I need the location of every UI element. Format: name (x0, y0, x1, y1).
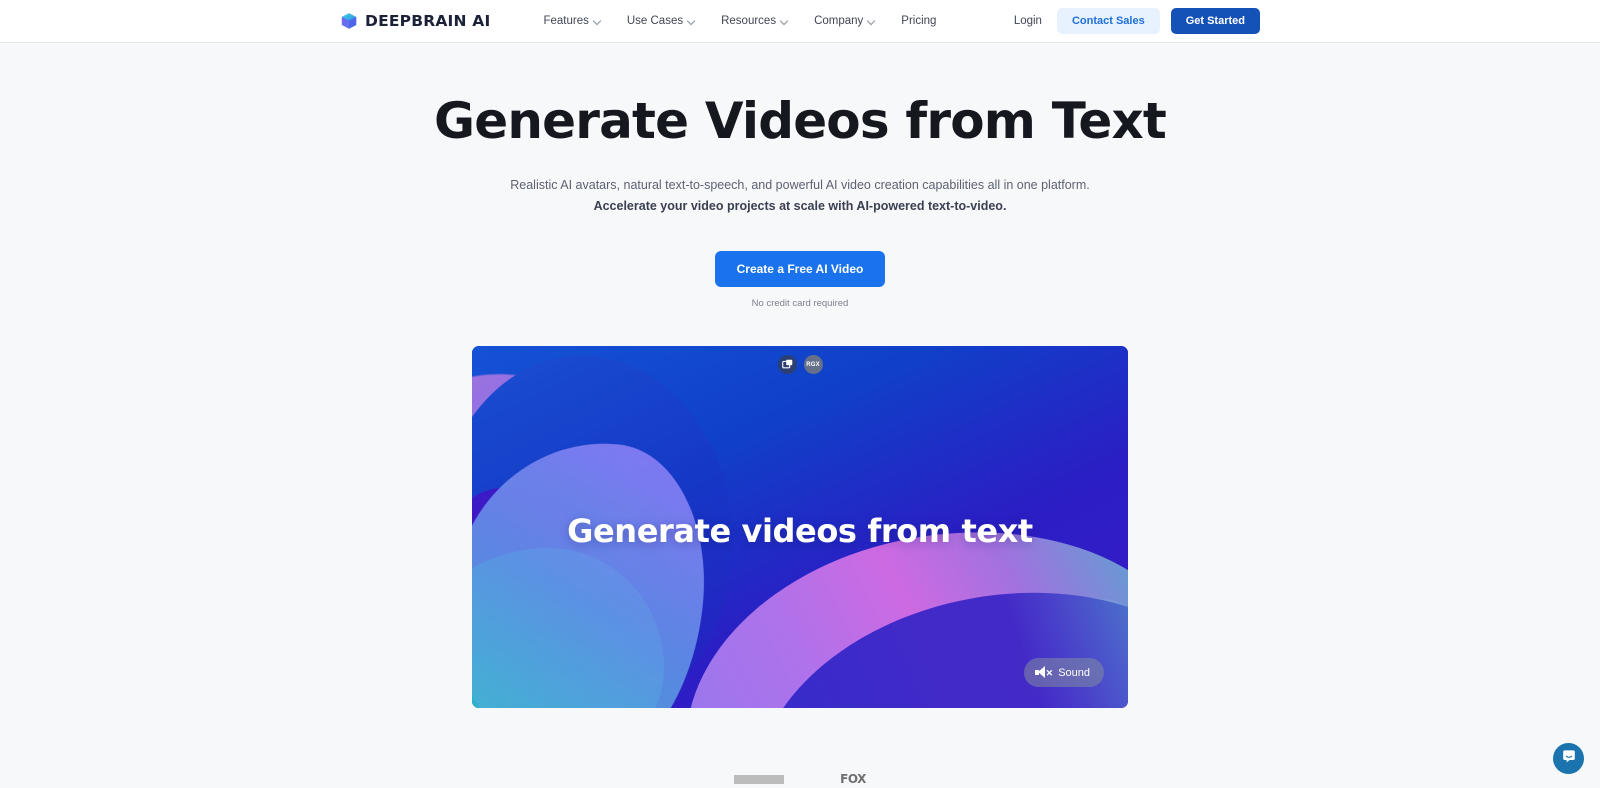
chevron-down-icon (781, 17, 788, 24)
get-started-button[interactable]: Get Started (1170, 8, 1260, 34)
chevron-down-icon (868, 17, 875, 24)
chat-bubble-icon (1561, 748, 1577, 769)
speaker-muted-icon: ✕ (1035, 666, 1053, 679)
nav-label: Use Cases (626, 15, 684, 27)
nav-label: Company (814, 15, 864, 27)
nav-label: Resources (721, 15, 777, 27)
picture-in-picture-icon[interactable] (777, 355, 797, 374)
logo-placeholder (734, 774, 785, 784)
hero-video-player[interactable]: RGX Generate videos from text ✕ Sound (472, 346, 1128, 708)
nav-item-company[interactable]: Company (814, 15, 875, 27)
contact-sales-button[interactable]: Contact Sales (1056, 8, 1160, 34)
hero-subtitle-line1: Realistic AI avatars, natural text-to-sp… (510, 178, 1090, 192)
sound-toggle-button[interactable]: ✕ Sound (1024, 658, 1104, 687)
page-title: Generate Videos from Text (433, 92, 1167, 150)
nav-item-pricing[interactable]: Pricing (901, 15, 936, 27)
video-caption-text: Generate videos from text (567, 512, 1033, 550)
rgx-badge[interactable]: RGX (803, 355, 823, 374)
site-header: DEEPBRAIN AI Features Use Cases Resource… (0, 0, 1600, 43)
video-top-controls: RGX (472, 355, 1128, 374)
hero-subtitle: Realistic AI avatars, natural text-to-sp… (0, 177, 1600, 214)
nav-label: Features (543, 15, 589, 27)
brand-logo[interactable]: DEEPBRAIN AI (340, 12, 490, 30)
main-nav: Features Use Cases Resources Company Pri… (543, 15, 936, 27)
login-link[interactable]: Login (1014, 15, 1046, 27)
logo-fox: FOX (840, 772, 866, 786)
deepbrain-cube-logo-icon (340, 12, 358, 30)
nav-label: Pricing (901, 15, 937, 27)
sound-label: Sound (1058, 666, 1090, 679)
chat-launcher-button[interactable] (1553, 743, 1584, 774)
header-inner: DEEPBRAIN AI Features Use Cases Resource… (0, 8, 1600, 34)
chevron-down-icon (594, 17, 601, 24)
nav-item-features[interactable]: Features (543, 15, 600, 27)
hero-section: Generate Videos from Text Realistic AI a… (0, 43, 1600, 708)
chevron-down-icon (688, 17, 695, 24)
nav-item-use-cases[interactable]: Use Cases (627, 15, 695, 27)
client-logo-strip: FOX (0, 770, 1600, 788)
create-free-ai-video-button[interactable]: Create a Free AI Video (714, 251, 886, 287)
cta-note: No credit card required (751, 298, 849, 309)
cta-container: Create a Free AI Video No credit card re… (0, 251, 1600, 309)
nav-item-resources[interactable]: Resources (721, 15, 788, 27)
brand-name: DEEPBRAIN AI (365, 12, 491, 30)
header-actions: Login Contact Sales Get Started (1014, 8, 1260, 34)
hero-subtitle-line2: Accelerate your video projects at scale … (593, 198, 1007, 213)
